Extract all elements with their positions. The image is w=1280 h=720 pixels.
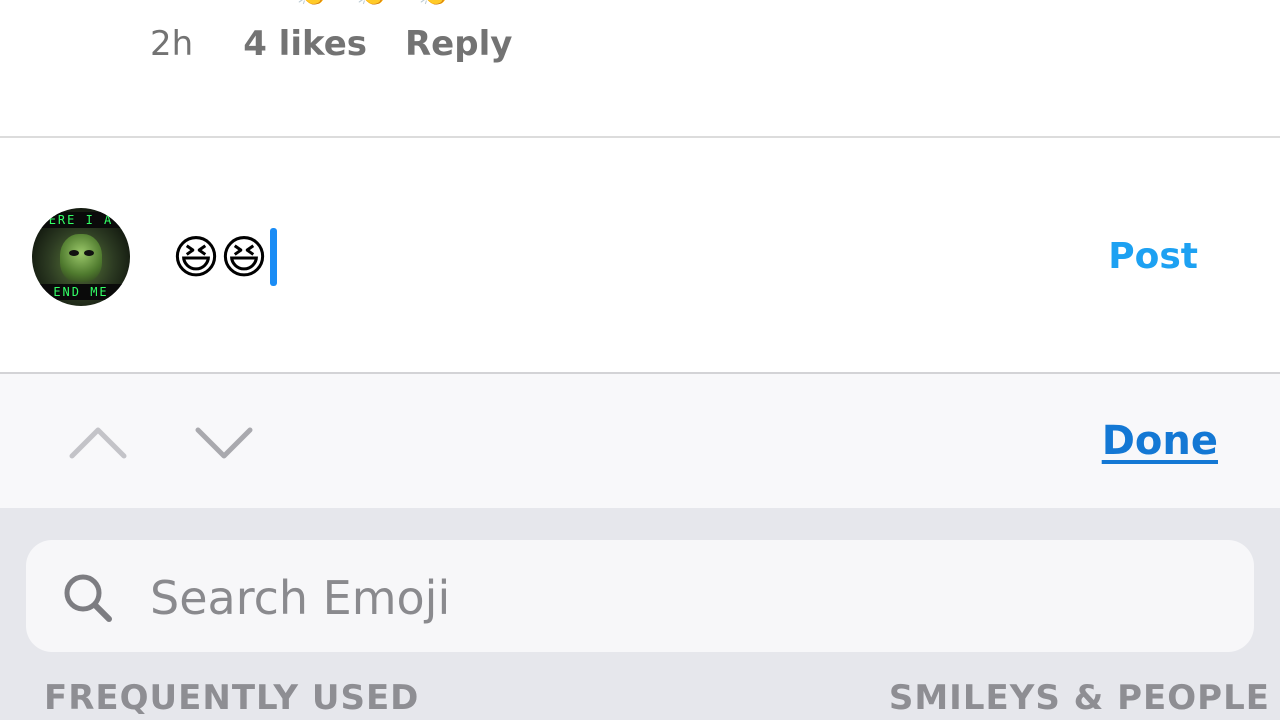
reaction-emoji: 👏 [296, 0, 328, 8]
comment-likes-count[interactable]: 4 likes [243, 24, 367, 64]
category-frequently-used: FREQUENTLY USED [44, 678, 420, 718]
chevron-down-icon[interactable] [194, 422, 254, 462]
comment-compose-bar: ERE I A END ME 😆😆 Post [0, 138, 1280, 372]
avatar-face [60, 234, 102, 282]
avatar-text: ERE I A [32, 212, 130, 228]
text-caret [269, 228, 277, 286]
reaction-emoji: 👏 [418, 0, 450, 8]
avatar[interactable]: ERE I A END ME [32, 208, 130, 306]
reaction-emoji: 👏 [356, 0, 388, 8]
done-button[interactable]: Done [1102, 418, 1218, 464]
comment-timestamp: 2h [150, 24, 194, 64]
reply-button[interactable]: Reply [405, 24, 512, 64]
avatar-text: END ME [32, 284, 130, 300]
post-button[interactable]: Post [1108, 236, 1198, 277]
comment-input[interactable]: 😆😆 [172, 226, 277, 288]
comment-input-value: 😆😆 [172, 230, 268, 284]
comment-item: 👏 👏 👏 2h 4 likes Reply [0, 0, 1280, 136]
avatar-eye [84, 250, 94, 256]
comments-screen: 👏 👏 👏 2h 4 likes Reply ERE I A END ME 😆😆… [0, 0, 1280, 720]
keyboard-accessory-bar: Done [0, 374, 1280, 508]
comment-text-emojis: 👏 👏 👏 [0, 0, 1280, 8]
emoji-keyboard: Search Emoji FREQUENTLY USED SMILEYS & P… [0, 508, 1280, 720]
chevron-up-icon[interactable] [68, 422, 128, 462]
avatar-eye [69, 250, 79, 256]
search-icon [60, 570, 116, 626]
category-smileys-people: SMILEYS & PEOPLE [888, 678, 1270, 718]
comment-meta: 2h 4 likes Reply [150, 22, 512, 66]
emoji-search-placeholder: Search Emoji [150, 571, 451, 625]
